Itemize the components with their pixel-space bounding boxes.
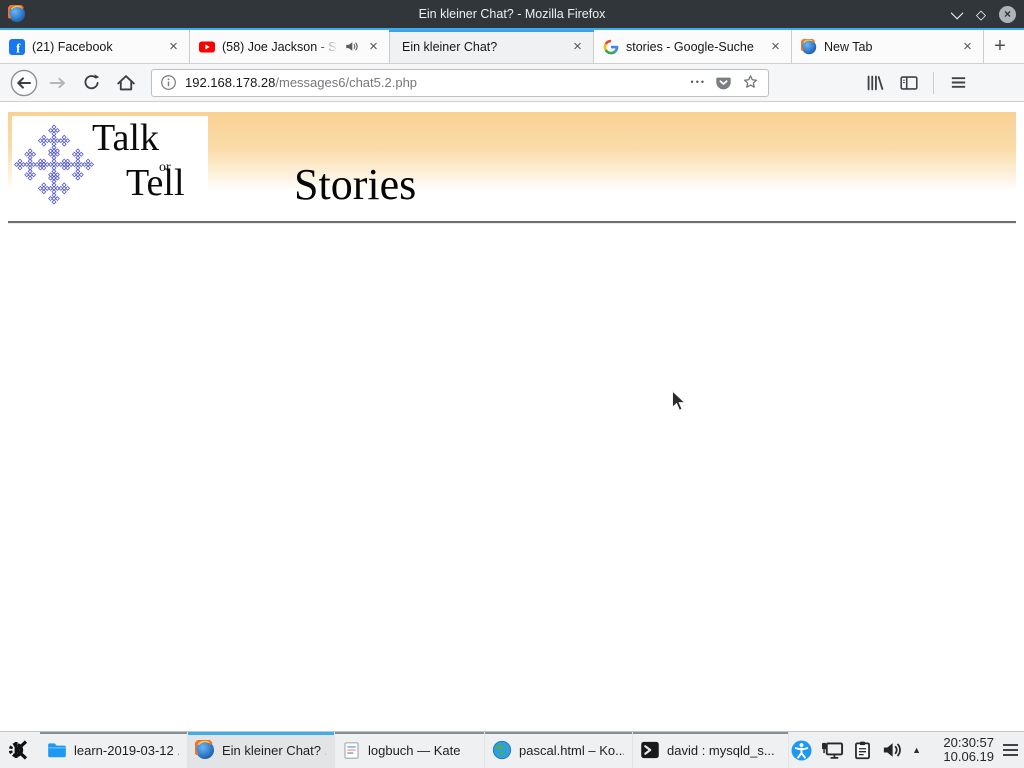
tab-ein-kleiner-chat[interactable]: Ein kleiner Chat? × <box>390 30 594 63</box>
url-text: 192.168.178.28/messages6/chat5.2.php <box>185 75 683 90</box>
new-tab-button[interactable]: + <box>984 30 1016 63</box>
tab-label: (58) Joe Jackson - Ste <box>222 40 338 54</box>
kde-menu-icon <box>7 737 33 763</box>
task-konqueror[interactable]: pascal.html – Ko... <box>485 732 633 768</box>
site-info-icon[interactable] <box>160 74 177 91</box>
url-path: /messages6/chat5.2.php <box>275 75 417 90</box>
menu-button[interactable] <box>943 68 974 98</box>
tab-label: stories - Google-Suche <box>626 40 760 54</box>
url-bar[interactable]: 192.168.178.28/messages6/chat5.2.php ••• <box>151 69 769 97</box>
home-icon <box>115 72 137 94</box>
tab-close-icon[interactable]: × <box>365 38 382 55</box>
fractal-diamond-logo-icon <box>14 116 94 213</box>
clock-time: 20:30:57 <box>930 736 994 751</box>
sidebar-button[interactable] <box>893 68 924 98</box>
logo-word-talk: Talk <box>92 116 159 160</box>
library-icon <box>864 72 886 94</box>
facebook-icon: f <box>9 39 25 55</box>
url-host: 192.168.178.28 <box>185 75 275 90</box>
reload-icon <box>81 72 102 93</box>
page-title: Stories <box>294 159 416 210</box>
library-button[interactable] <box>859 68 890 98</box>
reload-button[interactable] <box>76 68 107 98</box>
horizontal-rule <box>8 221 1016 224</box>
accessibility-icon[interactable] <box>791 740 812 761</box>
tab-google-search[interactable]: stories - Google-Suche × <box>594 30 792 63</box>
tab-audio-icon[interactable] <box>345 40 358 53</box>
maximize-button[interactable]: ◇ <box>976 8 986 21</box>
task-konsole[interactable]: david : mysqld_s... <box>633 732 789 768</box>
task-label: logbuch — Kate <box>368 743 461 758</box>
tray-expand-icon[interactable]: ▲ <box>912 745 921 755</box>
kate-document-icon <box>342 741 361 760</box>
digital-clock[interactable]: 20:30:57 10.06.19 <box>930 736 994 765</box>
site-logo: Talk or Tell <box>12 116 208 209</box>
system-tray: ▲ 20:30:57 10.06.19 <box>791 732 1024 768</box>
task-label: Ein kleiner Chat? ... <box>222 743 326 758</box>
tab-close-icon[interactable]: × <box>569 38 586 55</box>
window-title: Ein kleiner Chat? - Mozilla Firefox <box>0 7 1024 21</box>
pocket-icon[interactable] <box>714 74 733 92</box>
mouse-cursor <box>671 390 687 412</box>
kde-taskbar: learn-2019-03-12 ... Ein kleiner Chat? .… <box>0 731 1024 768</box>
back-button[interactable] <box>8 68 39 98</box>
tab-label: (21) Facebook <box>32 40 158 54</box>
tab-bar-filler <box>1016 30 1024 63</box>
tab-bar: f (21) Facebook × (58) Joe Jackson - Ste… <box>0 30 1024 64</box>
folder-icon <box>47 740 67 760</box>
task-label: pascal.html – Ko... <box>519 743 624 758</box>
bookmark-star-icon[interactable] <box>741 73 760 92</box>
tab-facebook[interactable]: f (21) Facebook × <box>0 30 190 63</box>
hamburger-menu-icon <box>949 73 968 92</box>
terminal-icon <box>640 740 660 760</box>
panel-menu-icon[interactable] <box>1003 744 1018 756</box>
task-kate[interactable]: logbuch — Kate <box>335 732 485 768</box>
home-button[interactable] <box>110 68 141 98</box>
tab-label: New Tab <box>824 40 952 54</box>
page-content: Talk or Tell Stories <box>0 102 1024 731</box>
google-icon <box>603 39 619 55</box>
toolbar-separator <box>933 72 934 94</box>
close-window-button[interactable]: × <box>999 6 1016 23</box>
task-label: david : mysqld_s... <box>667 743 775 758</box>
page-header-band: Talk or Tell <box>8 112 1016 209</box>
tab-close-icon[interactable]: × <box>767 38 784 55</box>
firefox-icon <box>801 39 817 55</box>
task-firefox[interactable]: Ein kleiner Chat? ... <box>188 732 335 768</box>
tab-close-icon[interactable]: × <box>959 38 976 55</box>
tab-label: Ein kleiner Chat? <box>399 40 562 54</box>
page-actions-icon[interactable]: ••• <box>691 77 706 89</box>
navigation-toolbar: 192.168.178.28/messages6/chat5.2.php ••• <box>0 64 1024 102</box>
volume-icon[interactable] <box>881 740 903 760</box>
forward-icon <box>47 72 69 94</box>
task-file-manager[interactable]: learn-2019-03-12 ... <box>40 732 188 768</box>
globe-icon <box>492 740 512 760</box>
clock-date: 10.06.19 <box>930 750 994 765</box>
youtube-icon <box>199 39 215 55</box>
tab-youtube[interactable]: (58) Joe Jackson - Ste × <box>190 30 390 63</box>
logo-word-tell: Tell <box>126 161 185 205</box>
clipboard-icon[interactable] <box>853 740 872 761</box>
firefox-icon <box>195 740 215 760</box>
sidebar-icon <box>898 72 920 94</box>
forward-button[interactable] <box>42 68 73 98</box>
device-notifier-icon[interactable] <box>821 740 844 761</box>
firefox-icon <box>8 5 26 23</box>
back-icon <box>9 68 39 98</box>
svg-text:f: f <box>16 40 21 55</box>
application-launcher-button[interactable] <box>0 732 40 768</box>
tab-close-icon[interactable]: × <box>165 38 182 55</box>
tab-new-tab[interactable]: New Tab × <box>792 30 984 63</box>
window-titlebar: Ein kleiner Chat? - Mozilla Firefox ◇ × <box>0 0 1024 28</box>
task-label: learn-2019-03-12 ... <box>74 743 179 758</box>
